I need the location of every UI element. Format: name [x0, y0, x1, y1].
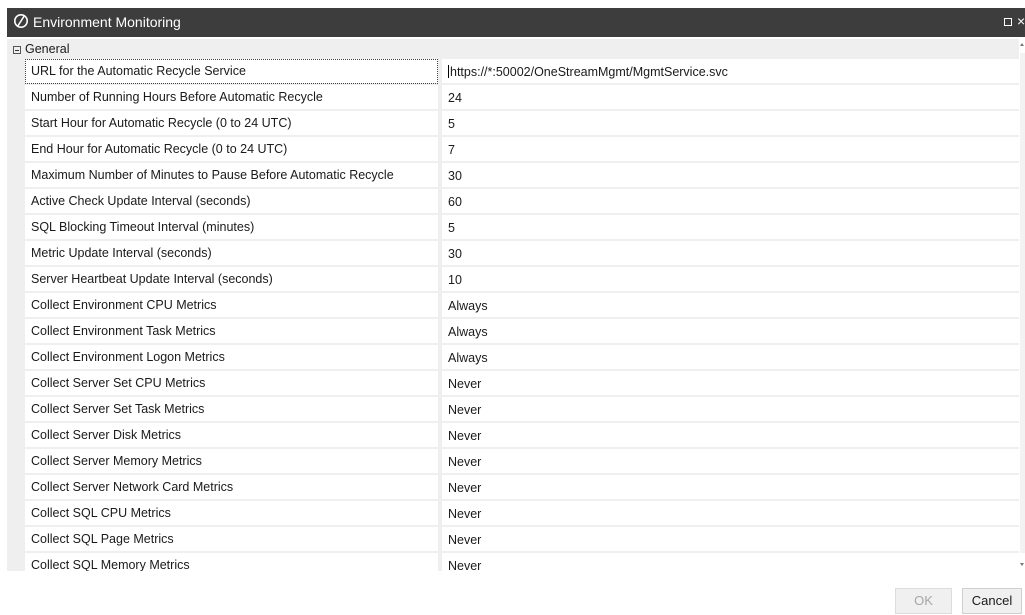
row-gutter [7, 215, 25, 241]
property-row[interactable]: Collect Server Network Card Metrics Never [7, 475, 1019, 501]
property-name[interactable]: Collect SQL Page Metrics [25, 527, 438, 552]
row-gutter [7, 345, 25, 371]
property-value[interactable]: 24 [442, 85, 1019, 110]
row-gutter [7, 475, 25, 501]
property-name[interactable]: Collect Environment CPU Metrics [25, 293, 438, 318]
property-value[interactable]: 10 [442, 267, 1019, 292]
row-gutter [7, 189, 25, 215]
row-gutter [7, 59, 25, 85]
property-row[interactable]: Collect Server Memory Metrics Never [7, 449, 1019, 475]
property-name[interactable]: Collect Server Set CPU Metrics [25, 371, 438, 396]
property-row[interactable]: Collect Server Set CPU Metrics Never [7, 371, 1019, 397]
property-value[interactable]: 30 [442, 163, 1019, 188]
property-row[interactable]: Start Hour for Automatic Recycle (0 to 2… [7, 111, 1019, 137]
property-row[interactable]: Collect SQL Page Metrics Never [7, 527, 1019, 553]
property-name[interactable]: Server Heartbeat Update Interval (second… [25, 267, 438, 292]
property-row[interactable]: Number of Running Hours Before Automatic… [7, 85, 1019, 111]
row-gutter [7, 137, 25, 163]
property-row[interactable]: Server Heartbeat Update Interval (second… [7, 267, 1019, 293]
property-name[interactable]: Collect SQL CPU Metrics [25, 501, 438, 526]
property-grid[interactable]: General URL for the Automatic Recycle Se… [7, 39, 1019, 571]
scroll-up-icon[interactable] [1020, 43, 1024, 46]
row-gutter [7, 163, 25, 189]
property-value[interactable]: Never [442, 527, 1019, 552]
property-row[interactable]: Collect Server Set Task Metrics Never [7, 397, 1019, 423]
row-gutter [7, 397, 25, 423]
row-gutter [7, 527, 25, 553]
property-name[interactable]: Collect Server Disk Metrics [25, 423, 438, 448]
scrollbar-thumb[interactable] [1020, 53, 1025, 553]
property-row[interactable]: Collect SQL Memory Metrics Never [7, 553, 1019, 571]
cancel-button[interactable]: Cancel [962, 588, 1022, 614]
close-icon[interactable]: × [1017, 14, 1025, 28]
maximize-icon[interactable] [1004, 18, 1012, 26]
row-gutter [7, 267, 25, 293]
property-name[interactable]: SQL Blocking Timeout Interval (minutes) [25, 215, 438, 240]
property-row[interactable]: Collect SQL CPU Metrics Never [7, 501, 1019, 527]
row-gutter [7, 111, 25, 137]
window-title: Environment Monitoring [33, 14, 181, 30]
row-gutter [7, 449, 25, 475]
property-name[interactable]: Metric Update Interval (seconds) [25, 241, 438, 266]
property-name[interactable]: Maximum Number of Minutes to Pause Befor… [25, 163, 438, 188]
property-name[interactable]: Collect Server Network Card Metrics [25, 475, 438, 500]
property-value[interactable]: Never [442, 371, 1019, 396]
property-value[interactable]: 7 [442, 137, 1019, 162]
text-cursor [448, 65, 449, 78]
property-value[interactable]: https://*:50002/OneStreamMgmt/MgmtServic… [442, 59, 1019, 84]
property-name[interactable]: Collect Server Memory Metrics [25, 449, 438, 474]
property-value[interactable]: Always [442, 345, 1019, 370]
row-gutter [7, 371, 25, 397]
collapse-icon[interactable] [13, 46, 21, 54]
row-gutter [7, 293, 25, 319]
vertical-scrollbar[interactable] [1019, 39, 1025, 571]
property-name[interactable]: Collect SQL Memory Metrics [25, 553, 438, 571]
property-row[interactable]: SQL Blocking Timeout Interval (minutes) 5 [7, 215, 1019, 241]
row-gutter [7, 553, 25, 571]
category-general[interactable]: General [7, 39, 1019, 59]
property-row[interactable]: Active Check Update Interval (seconds) 60 [7, 189, 1019, 215]
row-gutter [7, 319, 25, 345]
row-gutter [7, 241, 25, 267]
property-value[interactable]: Always [442, 293, 1019, 318]
property-value[interactable]: Never [442, 449, 1019, 474]
property-name[interactable]: URL for the Automatic Recycle Service [25, 59, 438, 84]
property-row[interactable]: Collect Environment CPU Metrics Always [7, 293, 1019, 319]
property-row[interactable]: URL for the Automatic Recycle Service htt… [7, 59, 1019, 85]
property-name[interactable]: End Hour for Automatic Recycle (0 to 24 … [25, 137, 438, 162]
property-value[interactable]: Never [442, 423, 1019, 448]
onestream-logo-icon [14, 14, 28, 28]
property-value[interactable]: 60 [442, 189, 1019, 214]
ok-button[interactable]: OK [895, 588, 952, 614]
property-name[interactable]: Collect Environment Logon Metrics [25, 345, 438, 370]
property-name[interactable]: Start Hour for Automatic Recycle (0 to 2… [25, 111, 438, 136]
property-row[interactable]: Collect Environment Task Metrics Always [7, 319, 1019, 345]
property-name[interactable]: Active Check Update Interval (seconds) [25, 189, 438, 214]
property-value[interactable]: 5 [442, 111, 1019, 136]
row-gutter [7, 85, 25, 111]
category-label: General [25, 42, 70, 56]
property-row[interactable]: End Hour for Automatic Recycle (0 to 24 … [7, 137, 1019, 163]
row-gutter [7, 501, 25, 527]
property-value[interactable]: 5 [442, 215, 1019, 240]
scroll-down-icon[interactable] [1020, 563, 1024, 566]
property-name[interactable]: Collect Environment Task Metrics [25, 319, 438, 344]
property-value[interactable]: Never [442, 475, 1019, 500]
row-gutter [7, 423, 25, 449]
property-row[interactable]: Collect Environment Logon Metrics Always [7, 345, 1019, 371]
property-row[interactable]: Collect Server Disk Metrics Never [7, 423, 1019, 449]
property-value[interactable]: Always [442, 319, 1019, 344]
property-value[interactable]: Never [442, 501, 1019, 526]
window-title-bar: Environment Monitoring × [7, 8, 1025, 37]
property-value-text: https://*:50002/OneStreamMgmt/MgmtServic… [450, 65, 728, 79]
property-name[interactable]: Collect Server Set Task Metrics [25, 397, 438, 422]
property-value[interactable]: 30 [442, 241, 1019, 266]
property-row[interactable]: Maximum Number of Minutes to Pause Befor… [7, 163, 1019, 189]
property-row[interactable]: Metric Update Interval (seconds) 30 [7, 241, 1019, 267]
property-rows: URL for the Automatic Recycle Service htt… [7, 59, 1019, 571]
property-value[interactable]: Never [442, 553, 1019, 571]
property-value[interactable]: Never [442, 397, 1019, 422]
property-name[interactable]: Number of Running Hours Before Automatic… [25, 85, 438, 110]
